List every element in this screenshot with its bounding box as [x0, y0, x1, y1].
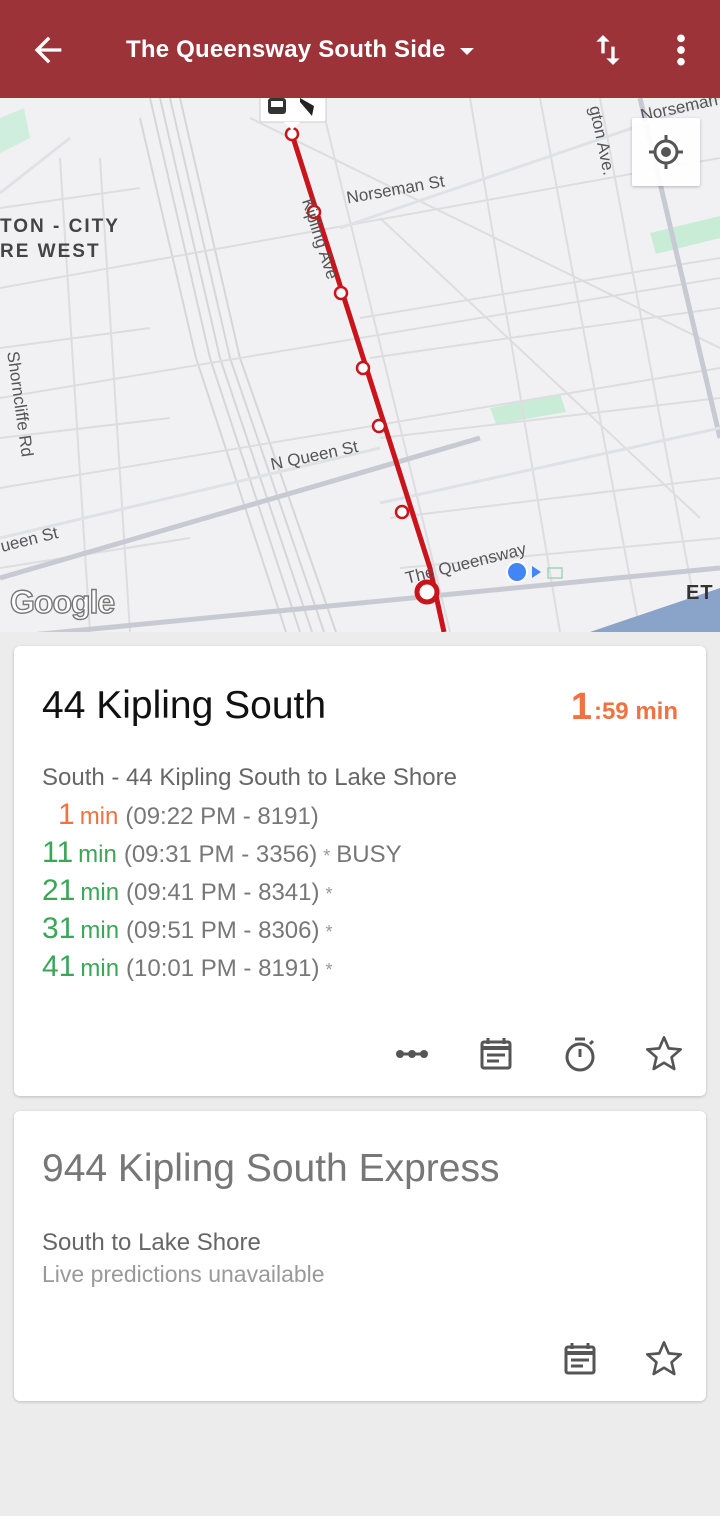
- prediction-unit: min: [80, 879, 120, 906]
- map-canvas: [0, 98, 720, 632]
- swap-vert-icon[interactable]: [588, 30, 628, 70]
- prediction-mins: 1: [58, 798, 75, 831]
- dropdown-caret-icon: [459, 47, 474, 55]
- prediction-row: 1 min (09:22 PM - 8191): [42, 798, 402, 836]
- schedule-icon[interactable]: [560, 1339, 600, 1379]
- map-view[interactable]: Norseman Norseman St Kipling Ave gton Av…: [0, 98, 720, 632]
- prediction-flag: *: [325, 884, 333, 904]
- prediction-list: 1 min (09:22 PM - 8191) 11 min (09:31 PM…: [42, 798, 402, 988]
- route-card-44[interactable]: 44 Kipling South 1 :59 min South - 44 Ki…: [14, 646, 706, 1096]
- route-card-944[interactable]: 944 Kipling South Express South to Lake …: [14, 1111, 706, 1401]
- prediction-flag: *: [325, 960, 333, 980]
- prediction-detail: (10:01 PM - 8191): [126, 955, 320, 982]
- timer-icon[interactable]: [560, 1034, 600, 1074]
- next-arrival-countdown: 1 :59 min: [571, 686, 678, 729]
- prediction-row: 41 min (10:01 PM - 8191) *: [42, 950, 402, 988]
- route-direction: South to Lake Shore: [42, 1229, 261, 1256]
- countdown-minutes: 1: [570, 686, 592, 728]
- my-location-button[interactable]: [632, 118, 700, 186]
- star-outline-icon[interactable]: [644, 1339, 684, 1379]
- prediction-note: BUSY: [336, 841, 402, 868]
- back-arrow-icon[interactable]: [28, 30, 68, 70]
- prediction-detail: (09:22 PM - 8191): [125, 803, 319, 830]
- schedule-icon[interactable]: [476, 1034, 516, 1074]
- prediction-row: 31 min (09:51 PM - 8306) *: [42, 912, 402, 950]
- prediction-unit: min: [78, 841, 117, 868]
- more-horiz-icon[interactable]: [392, 1034, 432, 1074]
- prediction-mins: 11: [42, 836, 74, 869]
- star-outline-icon[interactable]: [644, 1034, 684, 1074]
- prediction-flag: *: [325, 922, 333, 942]
- route-direction: South - 44 Kipling South to Lake Shore: [42, 764, 457, 791]
- prediction-detail: (09:41 PM - 8341): [126, 879, 320, 906]
- prediction-mins: 21: [42, 874, 76, 907]
- prediction-status: Live predictions unavailable: [42, 1261, 325, 1287]
- district-label: TON - CITY RE WEST: [0, 214, 120, 264]
- crosshair-icon: [649, 135, 683, 169]
- prediction-mins: 31: [42, 912, 76, 945]
- route-name: 44 Kipling South: [42, 684, 327, 727]
- stop-selector[interactable]: The Queensway South Side: [126, 36, 474, 64]
- prediction-row: 21 min (09:41 PM - 8341) *: [42, 874, 402, 912]
- google-logo: Google: [9, 583, 116, 620]
- countdown-rest: :59 min: [593, 698, 678, 725]
- district-label-line1: TON - CITY: [0, 216, 120, 237]
- prediction-unit: min: [80, 917, 120, 944]
- more-vert-icon[interactable]: [664, 30, 698, 70]
- map-corner-label: ET: [686, 582, 714, 604]
- app-bar: The Queensway South Side: [0, 0, 720, 98]
- prediction-detail: (09:51 PM - 8306): [126, 917, 320, 944]
- prediction-unit: min: [80, 955, 120, 982]
- route-name: 944 Kipling South Express: [42, 1147, 500, 1190]
- prediction-detail: (09:31 PM - 3356): [123, 841, 318, 868]
- prediction-row: 11 min (09:31 PM - 3356) * BUSY: [42, 836, 402, 874]
- district-label-line2: RE WEST: [0, 241, 101, 262]
- prediction-unit: min: [79, 803, 119, 830]
- prediction-mins: 41: [42, 950, 76, 983]
- stop-title: The Queensway South Side: [126, 36, 446, 63]
- prediction-flag: *: [323, 846, 331, 866]
